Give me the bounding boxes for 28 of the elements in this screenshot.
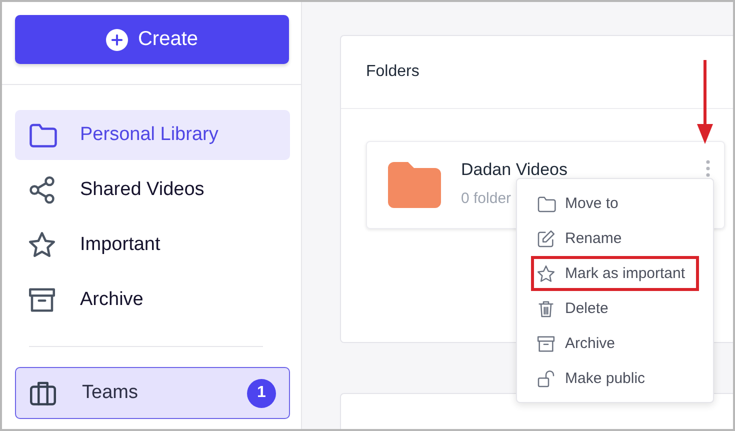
menu-item[interactable]: Archive [517,326,713,361]
nav-item[interactable]: Personal Library [15,110,290,160]
unlock-icon [536,368,556,388]
teams-item[interactable]: Teams 1 [15,367,290,419]
folder-icon [536,194,556,214]
more-options-icon[interactable] [706,160,710,177]
star-icon [27,230,57,260]
plus-circle-icon [106,28,128,50]
create-button[interactable]: Create [15,15,289,64]
teams-label: Teams [82,382,139,404]
share-icon [27,175,57,205]
nav-item[interactable]: Important [15,220,290,270]
nav-item[interactable]: Shared Videos [15,165,290,215]
archive-box-icon [536,334,556,354]
star-icon [536,264,556,284]
nav-item[interactable]: Archive [15,275,290,325]
count-badge: 1 [247,378,276,408]
menu-item[interactable]: Mark as important [517,256,713,291]
folder-icon [388,162,441,208]
folder-count: 0 folder [461,190,512,206]
menu-item[interactable]: Make public [517,361,713,396]
edit-icon [536,228,556,248]
menu-item[interactable]: Delete [517,291,713,326]
folder-name: Dadan Videos [461,160,568,180]
menu-item[interactable]: Move to [517,186,713,221]
section-title: Folders [366,63,420,81]
trash-icon [536,298,556,318]
menu-item[interactable]: Rename [517,221,713,256]
